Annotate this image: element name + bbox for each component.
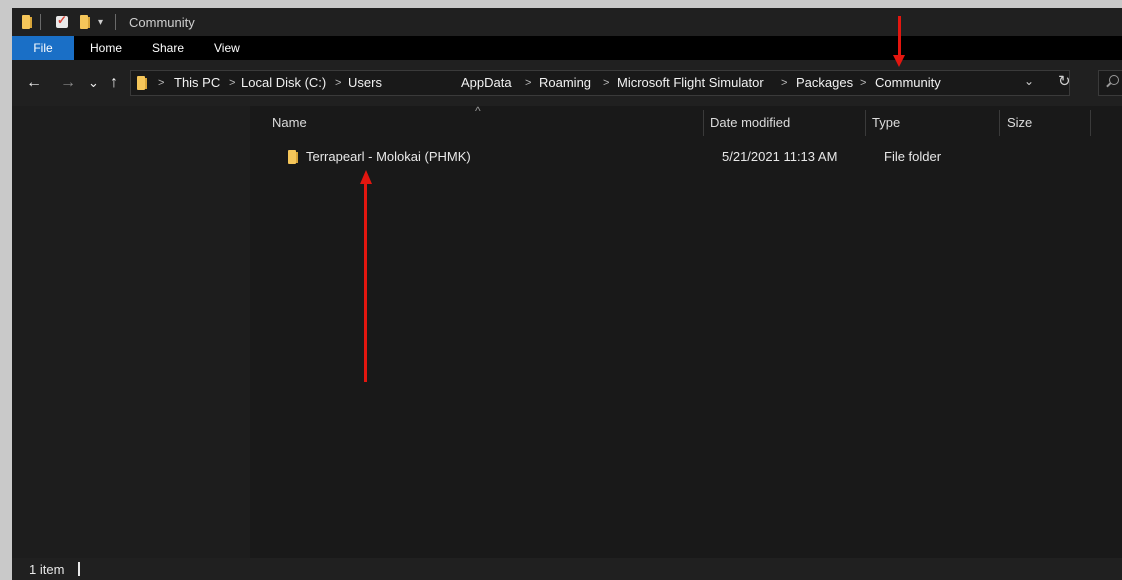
file-explorer-window: ▾ Community File Home Share View ← → ⌄ ↑… bbox=[12, 8, 1122, 580]
breadcrumb-users[interactable]: Users bbox=[348, 71, 382, 95]
up-arrow-icon[interactable]: ↑ bbox=[110, 72, 118, 94]
status-bar: 1 item bbox=[12, 558, 1122, 580]
breadcrumb-separator-icon[interactable]: > bbox=[335, 71, 341, 95]
breadcrumb-separator-icon[interactable]: > bbox=[603, 71, 609, 95]
recent-locations-chevron-icon[interactable]: ⌄ bbox=[88, 72, 99, 94]
refresh-icon[interactable]: ↻ bbox=[1058, 72, 1071, 90]
back-arrow-icon[interactable]: ← bbox=[26, 72, 42, 94]
folder-icon bbox=[288, 150, 298, 172]
navigation-bar: ← → ⌄ ↑ > This PC > Local Disk (C:) > Us… bbox=[12, 60, 1122, 106]
column-header-size[interactable]: Size bbox=[1007, 106, 1032, 140]
item-count: 1 item bbox=[29, 562, 65, 577]
file-list-view: ^ Name Date modified Type Size Terrapear… bbox=[250, 104, 1122, 558]
properties-check-icon[interactable] bbox=[56, 8, 68, 36]
file-name[interactable]: Terrapearl - Molokai (PHMK) bbox=[306, 146, 471, 168]
breadcrumb-separator-icon[interactable]: > bbox=[525, 71, 531, 95]
window-title: Community bbox=[129, 14, 195, 30]
forward-arrow-icon[interactable]: → bbox=[60, 72, 76, 94]
breadcrumb-roaming[interactable]: Roaming bbox=[539, 71, 591, 95]
file-date-modified: 5/21/2021 11:13 AM bbox=[722, 149, 838, 164]
search-icon bbox=[1109, 75, 1119, 85]
address-history-chevron-icon[interactable]: ⌄ bbox=[1024, 74, 1034, 88]
breadcrumb-packages[interactable]: Packages bbox=[796, 71, 853, 95]
column-header-name[interactable]: Name bbox=[272, 106, 307, 140]
tab-home[interactable]: Home bbox=[90, 36, 122, 60]
title-bar: ▾ Community bbox=[12, 8, 1122, 36]
title-divider bbox=[115, 14, 116, 30]
status-divider bbox=[78, 562, 80, 576]
sort-ascending-icon: ^ bbox=[475, 104, 481, 118]
column-divider[interactable] bbox=[999, 110, 1000, 136]
column-divider[interactable] bbox=[865, 110, 866, 136]
address-folder-icon bbox=[137, 76, 147, 93]
column-header-type[interactable]: Type bbox=[872, 106, 900, 140]
ribbon-tabs: File Home Share View bbox=[12, 36, 1122, 60]
quick-access-dropdown-icon[interactable]: ▾ bbox=[98, 8, 103, 36]
tab-view[interactable]: View bbox=[214, 36, 240, 60]
column-divider[interactable] bbox=[1090, 110, 1091, 136]
tab-share[interactable]: Share bbox=[152, 36, 184, 60]
breadcrumb-separator-icon[interactable]: > bbox=[229, 71, 235, 95]
column-divider[interactable] bbox=[703, 110, 704, 136]
file-type: File folder bbox=[884, 149, 942, 164]
title-divider bbox=[40, 14, 41, 30]
tab-file[interactable]: File bbox=[12, 36, 74, 60]
breadcrumb-separator-icon[interactable]: > bbox=[781, 71, 787, 95]
folder-icon[interactable] bbox=[22, 8, 32, 36]
column-header-date-modified[interactable]: Date modified bbox=[710, 106, 790, 140]
breadcrumb-community[interactable]: Community bbox=[875, 71, 941, 95]
breadcrumb-appdata[interactable]: AppData bbox=[461, 71, 512, 95]
table-row[interactable]: Terrapearl - Molokai (PHMK) 5/21/2021 11… bbox=[262, 146, 1112, 168]
new-folder-icon[interactable] bbox=[80, 8, 90, 36]
breadcrumb-this-pc[interactable]: This PC bbox=[174, 71, 220, 95]
breadcrumb-separator-icon[interactable]: > bbox=[158, 71, 164, 95]
breadcrumb-microsoft-flight-simulator[interactable]: Microsoft Flight Simulator bbox=[617, 71, 764, 95]
address-bar[interactable]: > This PC > Local Disk (C:) > Users AppD… bbox=[130, 70, 1070, 96]
breadcrumb-local-disk[interactable]: Local Disk (C:) bbox=[241, 71, 326, 95]
breadcrumb-separator-icon[interactable]: > bbox=[860, 71, 866, 95]
search-input[interactable] bbox=[1098, 70, 1122, 96]
navigation-pane[interactable] bbox=[12, 106, 250, 558]
